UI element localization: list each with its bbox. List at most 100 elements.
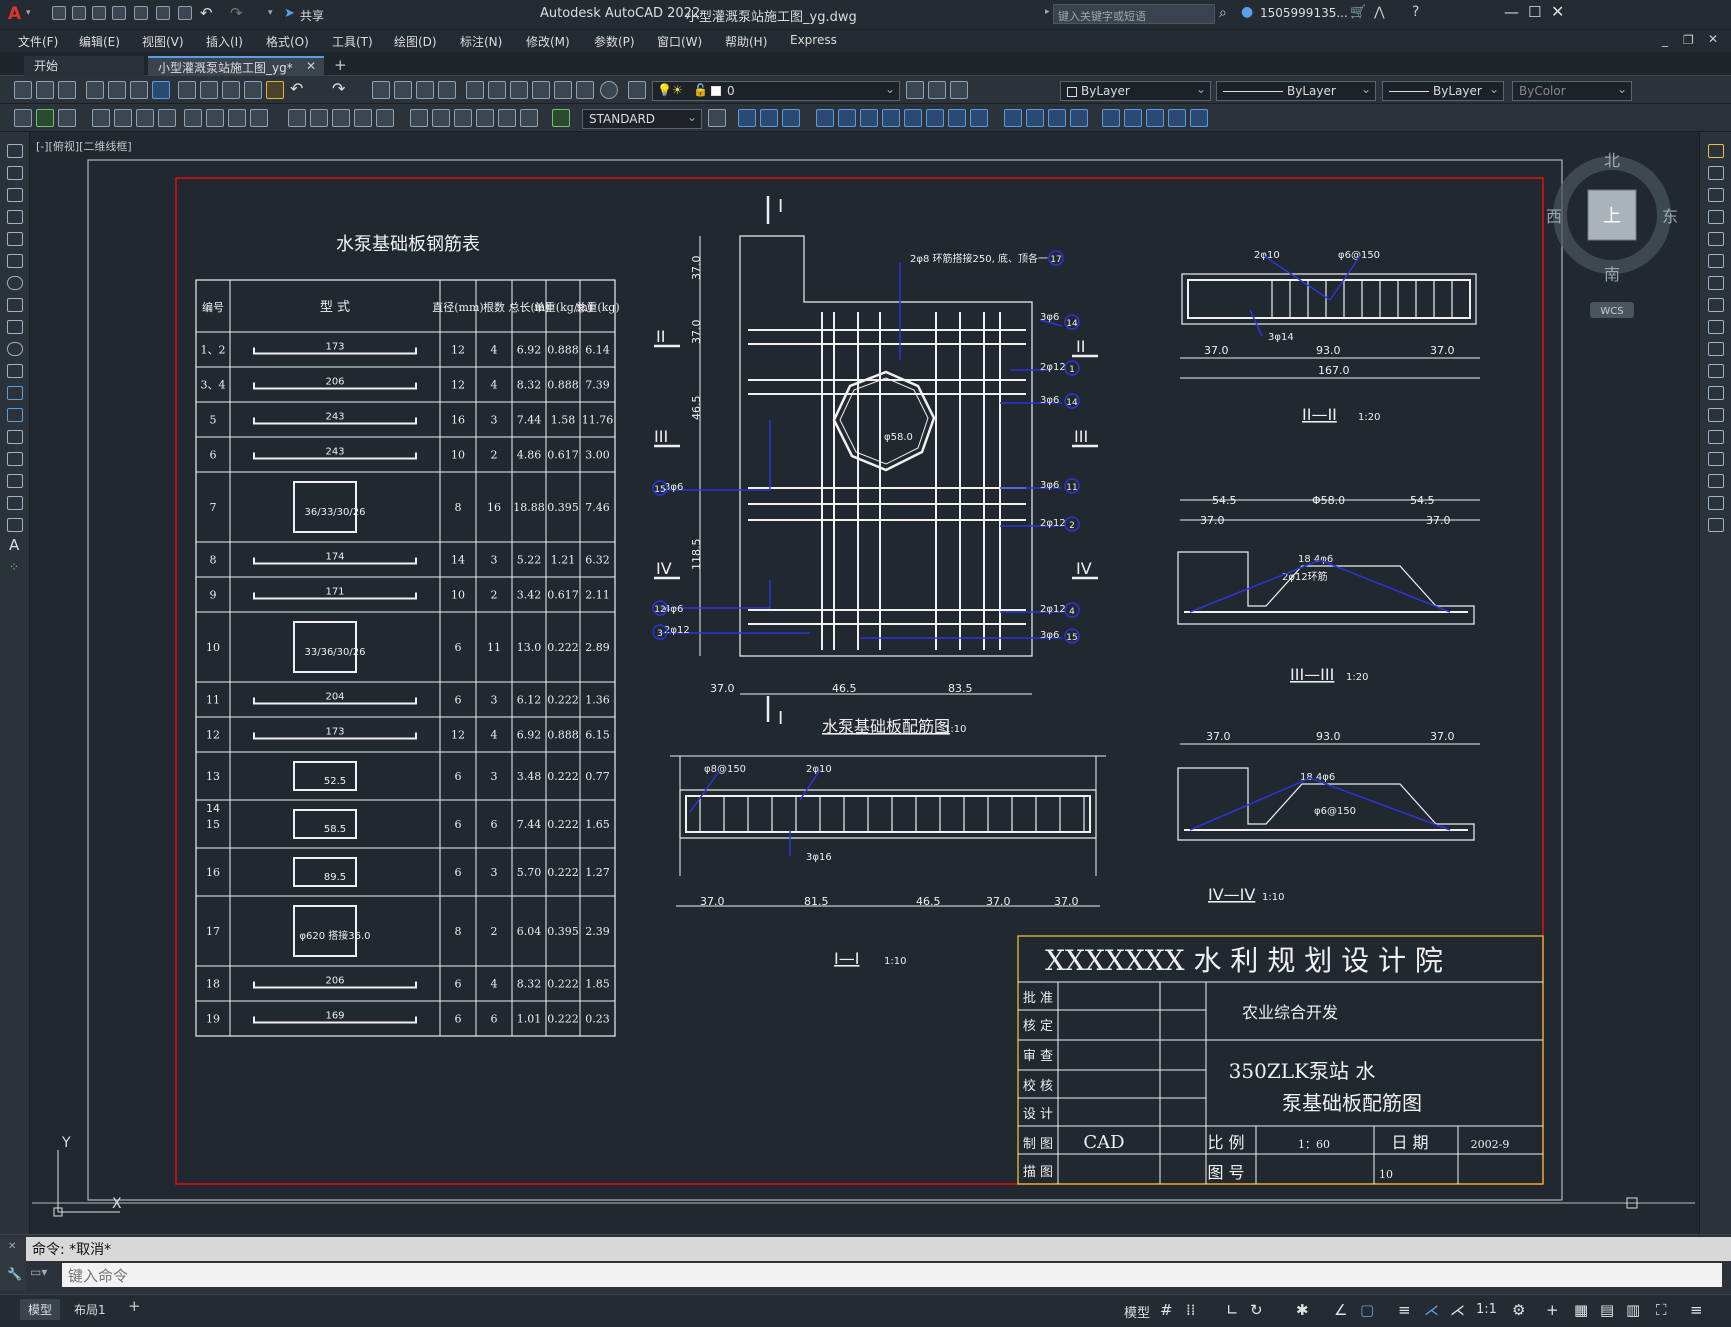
model-space-button[interactable]: 模型 [1124,1302,1150,1321]
blend-icon[interactable] [1708,496,1724,510]
3d-print-icon[interactable] [152,81,170,99]
extend-icon[interactable] [1708,364,1724,378]
point-icon[interactable] [7,430,23,444]
orbit-icon-6[interactable] [926,109,944,127]
orbit-icon-8[interactable] [970,109,988,127]
design-center-icon[interactable] [488,81,506,99]
array-icon[interactable] [1708,232,1724,246]
isolate-objects-icon[interactable]: ▥ [1626,1301,1640,1319]
doc-minimize-icon[interactable]: _ [1662,33,1668,47]
move-icon[interactable] [1708,254,1724,268]
quick-dim-icon[interactable] [288,109,306,127]
open-web-icon[interactable] [134,6,148,20]
insert-block-icon[interactable] [7,386,23,400]
baseline-dim-icon[interactable] [310,109,328,127]
command-recent-icon[interactable]: ▭▾ [30,1265,47,1279]
tool-palettes-icon[interactable] [510,81,528,99]
line-icon[interactable] [7,144,23,158]
view-icon-6[interactable] [1124,109,1142,127]
explode-icon[interactable] [1708,518,1724,532]
view-icon-3[interactable] [1048,109,1066,127]
zoom-previous-icon[interactable] [438,81,456,99]
make-block-icon[interactable] [7,408,23,422]
region-icon[interactable] [7,496,23,510]
dim-edit-icon[interactable] [498,109,516,127]
block-editor-icon[interactable] [266,81,284,99]
search-icon[interactable]: ⌕ [1219,5,1227,21]
command-input[interactable]: 键入命令 [62,1263,1722,1287]
layer-dropdown[interactable]: 💡☀ 🔓 0 ⌄ [652,81,900,101]
view-icon-4[interactable] [1070,109,1088,127]
qnew-icon[interactable] [14,81,32,99]
trim-icon[interactable] [1708,342,1724,356]
construction-line-icon[interactable] [7,166,23,180]
jogged-dim-icon[interactable] [206,109,224,127]
search-expand-icon[interactable]: ▸ [1045,7,1050,17]
viewcube[interactable]: 上 北 南 东 西 WCS [1546,151,1678,318]
redo-icon[interactable]: ↷ [230,4,243,22]
isodraft-icon[interactable]: ✱ [1296,1301,1309,1319]
publish-icon[interactable] [130,81,148,99]
menu-dimension[interactable]: 标注(N) [460,33,502,50]
new-file-icon[interactable] [52,6,66,20]
share-icon[interactable]: ➤ [284,6,295,21]
command-customize-icon[interactable]: 🔧 [7,1267,22,1281]
menu-view[interactable]: 视图(V) [142,33,184,50]
user-icon[interactable]: ● [1241,4,1253,20]
model-3d-icon-1[interactable] [738,109,756,127]
maximize-icon[interactable]: ☐ [1528,3,1541,21]
share-button[interactable]: 共享 [300,7,324,24]
snap-icon[interactable]: ⁞⁞ [1186,1301,1196,1319]
orbit-icon-2[interactable] [838,109,856,127]
scale-icon[interactable] [1708,298,1724,312]
new-tab-plus-icon[interactable]: + [334,56,347,74]
view-icon-1[interactable] [1004,109,1022,127]
break-icon[interactable] [1708,408,1724,422]
autodesk-a360-icon[interactable]: ⋀ [1374,5,1385,20]
viewcube-east[interactable]: 东 [1662,207,1678,226]
arc-icon[interactable] [7,254,23,268]
viewcube-south[interactable]: 南 [1604,265,1620,284]
mtext-icon[interactable]: A [9,536,19,554]
fillet-icon[interactable] [1708,474,1724,488]
minimize-icon[interactable]: — [1504,3,1519,21]
make-current-layer-icon[interactable] [906,81,924,99]
open-icon[interactable] [36,81,54,99]
dim-update-icon[interactable] [552,109,570,127]
arc-length-icon[interactable] [136,109,154,127]
view-icon-8[interactable] [1168,109,1186,127]
dim-style-dropdown[interactable]: STANDARD [582,109,702,129]
ortho-icon[interactable]: ∟ [1226,1301,1239,1319]
command-close-icon[interactable]: ✕ [8,1241,16,1252]
customize-chevron-icon[interactable]: ▾ [268,8,273,18]
view-icon-9[interactable] [1190,109,1208,127]
polar-icon[interactable]: ↻ [1250,1301,1263,1319]
offset-icon[interactable] [1708,210,1724,224]
doc-restore-icon[interactable]: ❐ [1683,33,1694,47]
clean-screen-icon[interactable]: ⛶ [1656,1301,1667,1319]
plotstyle-dropdown[interactable]: ByColor [1512,81,1632,101]
add-selected-icon[interactable]: ⁘ [9,560,19,574]
spline-icon[interactable] [7,320,23,334]
menu-window[interactable]: 窗口(W) [657,33,702,50]
save-web-icon[interactable] [156,6,170,20]
print-preview-icon[interactable] [108,81,126,99]
help-tb-icon[interactable] [600,81,618,99]
lineweight-toggle-icon[interactable]: ≡ [1398,1301,1411,1319]
mirror-icon[interactable] [1708,188,1724,202]
menu-draw[interactable]: 绘图(D) [394,33,437,50]
model-3d-icon-2[interactable] [760,109,778,127]
color-dropdown[interactable]: ByLayer [1060,81,1211,101]
copy-icon[interactable] [200,81,218,99]
lineweight-dropdown[interactable]: ByLayer [1382,81,1504,101]
inspection-icon[interactable] [454,109,472,127]
table-draw-icon[interactable] [7,518,23,532]
tab-close-icon[interactable]: ✕ [306,59,316,73]
orbit-icon-1[interactable] [816,109,834,127]
rectangle-icon[interactable] [7,232,23,246]
print-icon[interactable] [86,81,104,99]
diameter-dim-icon[interactable] [228,109,246,127]
polyline-icon[interactable] [7,188,23,202]
menu-edit[interactable]: 编辑(E) [79,33,120,50]
quick-properties-icon[interactable]: ▤ [1600,1301,1614,1319]
